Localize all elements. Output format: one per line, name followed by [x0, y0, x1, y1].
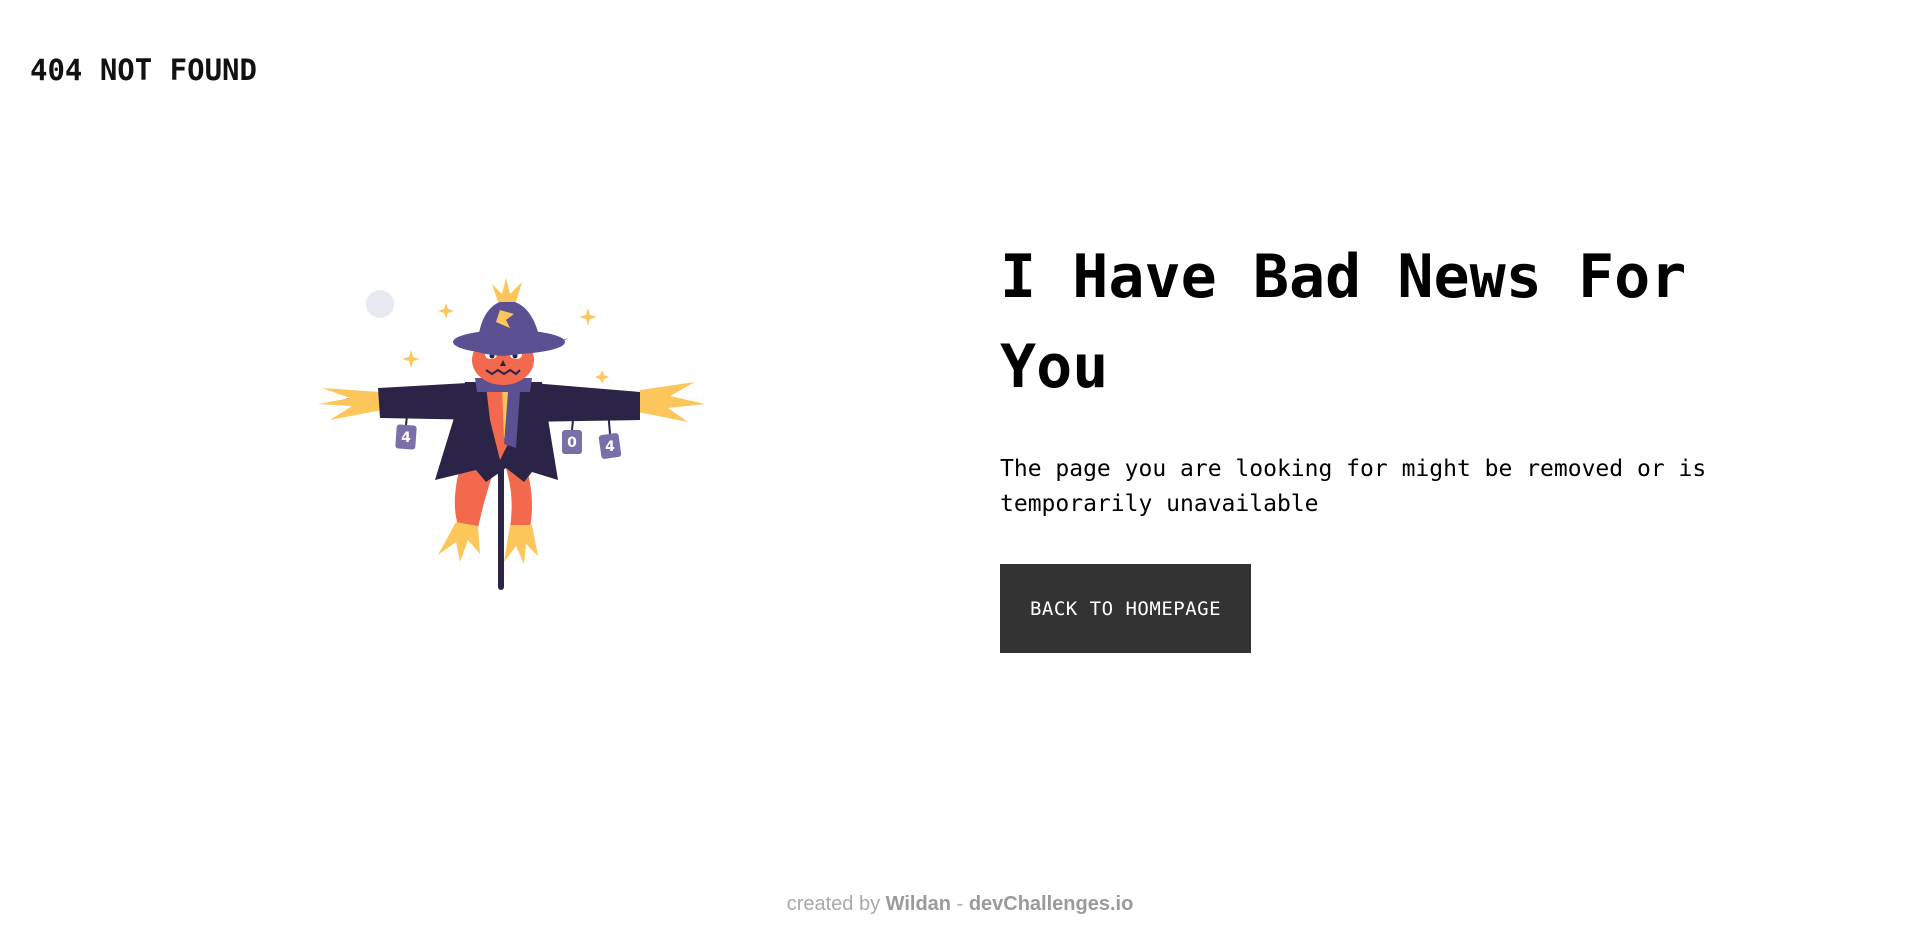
scarecrow-illustration: 4 0 4: [310, 270, 710, 600]
back-to-homepage-button[interactable]: BACK TO HOMEPAGE: [1000, 564, 1251, 653]
footer-author[interactable]: Wildan: [886, 893, 951, 915]
page-headline: I Have Bad News For You: [1000, 242, 1687, 402]
footer-site-link[interactable]: devChallenges.io: [969, 893, 1134, 915]
footer-prefix: created by: [786, 893, 881, 915]
can-label: 0: [567, 435, 577, 451]
site-brand: 404 NOT FOUND: [30, 53, 257, 87]
content-section: I Have Bad News For You The page you are…: [1000, 232, 1760, 653]
page-description: The page you are looking for might be re…: [1000, 456, 1707, 517]
can-label: 4: [401, 430, 411, 446]
footer-credit: created by Wildan - devChallenges.io: [0, 893, 1920, 916]
can-label: 4: [605, 439, 615, 455]
moon-icon: [366, 290, 394, 318]
footer-separator: -: [956, 893, 964, 915]
